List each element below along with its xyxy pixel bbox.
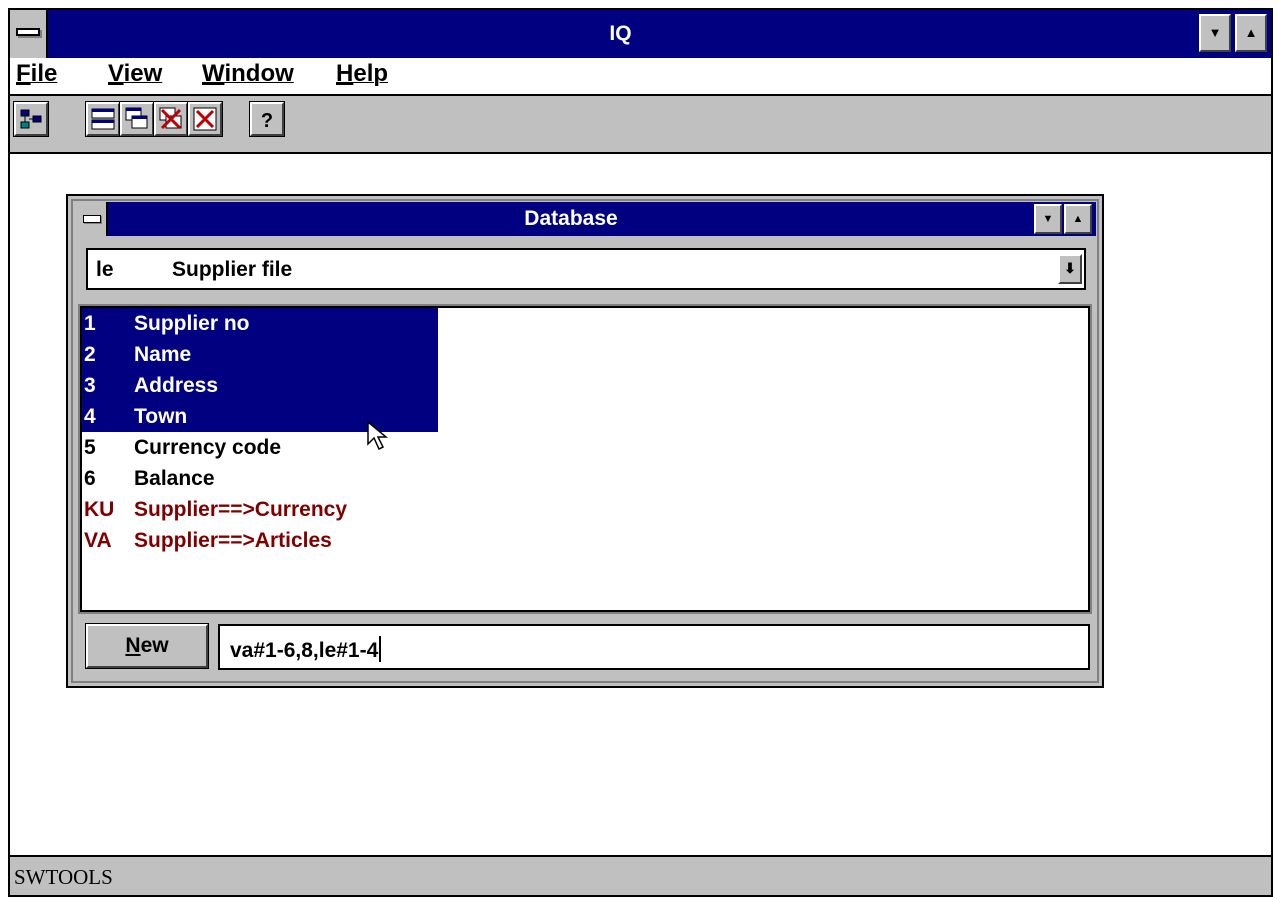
app-window: IQ ▼ ▲ File View Window Help ? Database … xyxy=(8,8,1273,897)
list-item[interactable]: 3 Address xyxy=(82,370,438,401)
help-button[interactable]: ? xyxy=(249,101,285,137)
list-item[interactable]: 2 Name xyxy=(82,339,438,370)
svg-text:?: ? xyxy=(261,110,273,131)
status-bar: SWTOOLS xyxy=(10,855,1271,895)
tree-icon xyxy=(20,109,42,129)
menu-view[interactable]: View xyxy=(108,60,162,88)
close-window-button[interactable] xyxy=(187,101,223,137)
client-area: Database ▼ ▲ le Supplier file ⬇ 1 Supplie… xyxy=(10,154,1271,855)
tree-button[interactable] xyxy=(13,101,49,137)
database-window: Database ▼ ▲ le Supplier file ⬇ 1 Supplie… xyxy=(66,194,1104,688)
field-list[interactable]: 1 Supplier no 2 Name 3 Address 4 Town 5 Curre… xyxy=(80,306,1090,612)
system-menu-button[interactable] xyxy=(10,10,48,58)
new-button[interactable]: New xyxy=(85,623,209,669)
menu-bar: File View Window Help xyxy=(10,58,1271,96)
cascade-icon xyxy=(125,107,148,129)
dropdown-arrow-icon[interactable]: ⬇ xyxy=(1058,254,1082,284)
menu-help[interactable]: Help xyxy=(336,60,388,88)
list-item[interactable]: 1 Supplier no xyxy=(82,308,438,339)
database-system-menu[interactable] xyxy=(74,202,108,236)
mouse-pointer-icon xyxy=(367,420,389,451)
minimize-button[interactable]: ▼ xyxy=(1199,14,1231,52)
file-name: Supplier file xyxy=(172,258,293,281)
text-caret xyxy=(379,636,382,662)
help-icon: ? xyxy=(261,110,273,131)
close-all-icon xyxy=(159,107,182,130)
close-icon xyxy=(193,107,217,131)
database-title: Database xyxy=(524,207,618,230)
status-text: SWTOOLS xyxy=(14,865,113,889)
cascade-button[interactable] xyxy=(119,101,155,137)
maximize-button[interactable]: ▲ xyxy=(1235,14,1267,52)
close-all-button[interactable] xyxy=(153,101,189,137)
window-title: IQ xyxy=(609,22,632,45)
title-bar[interactable]: IQ ▼ ▲ xyxy=(10,10,1271,58)
file-select[interactable]: le Supplier file ⬇ xyxy=(86,248,1086,290)
query-input[interactable]: va#1-6,8,le#1-4 xyxy=(218,624,1090,670)
database-minimize-button[interactable]: ▼ xyxy=(1034,204,1062,234)
menu-window[interactable]: Window xyxy=(202,60,294,88)
menu-file[interactable]: File xyxy=(16,60,57,88)
tile-icon xyxy=(91,108,115,130)
tile-button[interactable] xyxy=(85,101,121,137)
toolbar: ? xyxy=(10,96,1271,154)
database-title-bar[interactable]: Database ▼ ▲ xyxy=(74,202,1096,236)
database-maximize-button[interactable]: ▲ xyxy=(1064,204,1092,234)
file-code: le xyxy=(96,258,114,281)
